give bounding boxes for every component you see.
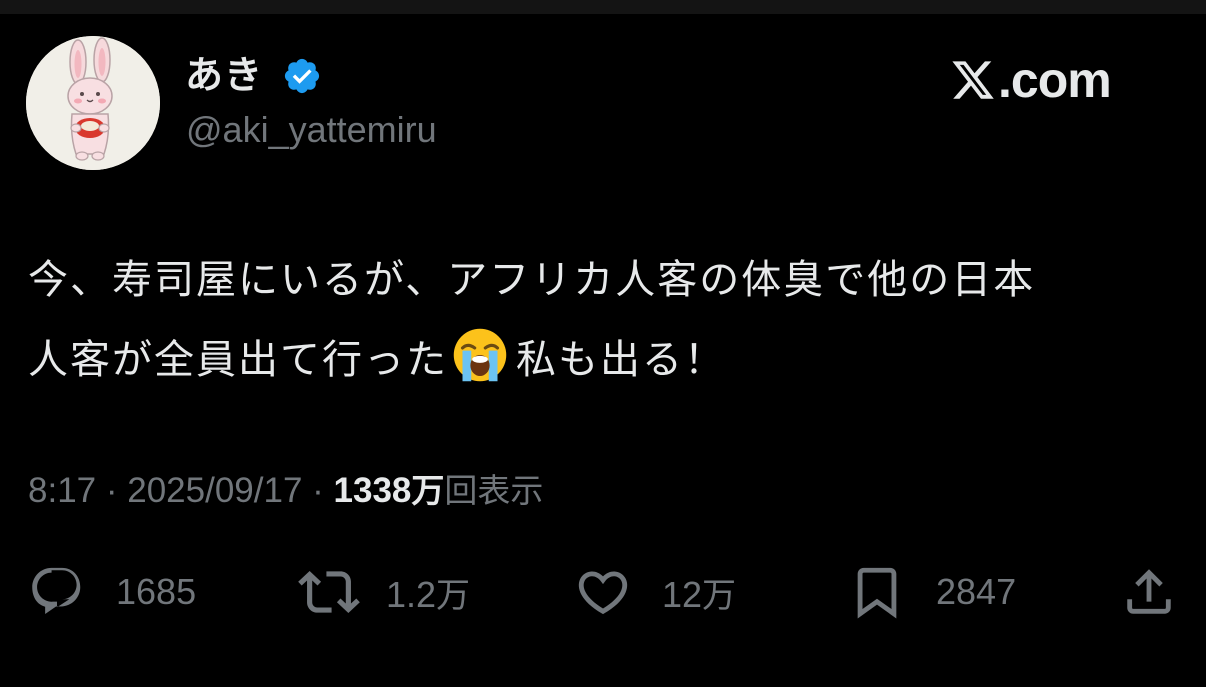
meta-separator: ·: [302, 471, 334, 510]
share-button[interactable]: [1120, 560, 1178, 624]
avatar[interactable]: [26, 36, 160, 170]
bookmark-button[interactable]: 2847: [848, 560, 1016, 624]
repost-count-number: 1.2: [386, 573, 437, 615]
x-logo-icon: [952, 61, 994, 99]
like-count-unit: 万: [702, 575, 737, 616]
reply-icon: [32, 567, 81, 614]
heart-icon: [578, 571, 628, 615]
views-count: 1338: [333, 471, 412, 510]
repost-count-unit: 万: [436, 575, 471, 616]
like-count: 12万: [662, 568, 736, 617]
tweet-date[interactable]: 2025/09/17: [127, 471, 302, 510]
bookmark-count: 2847: [936, 571, 1017, 612]
share-icon: [1127, 569, 1171, 614]
tweet-line-2-start: 人客が全員出て行った: [28, 337, 448, 383]
action-bar: 1685 1.2万 12万 2847: [0, 560, 1206, 624]
brand-text: .com: [998, 52, 1112, 108]
loudly-crying-face-icon: [453, 328, 507, 382]
bookmark-icon: [857, 567, 897, 619]
tweet-line-2-end: 私も出る！: [516, 337, 726, 383]
like-count-number: 12: [662, 573, 703, 615]
repost-button[interactable]: 1.2万: [298, 560, 470, 624]
reply-button[interactable]: 1685: [28, 560, 196, 624]
views-label: 回表示: [444, 471, 544, 510]
tweet-meta: 8:17 · 2025/09/17 · 1338万回表示: [28, 466, 543, 516]
tweet-line-2: 人客が全員出て行った 私も出る！: [28, 320, 1188, 400]
verified-badge-icon: [284, 58, 320, 94]
repost-count: 1.2万: [386, 568, 470, 617]
top-strip: [0, 0, 1206, 14]
tweet-text: 今、寿司屋にいるが、アフリカ人客の体臭で他の日本 人客が全員出て行った 私も出る…: [28, 240, 1188, 400]
views-unit: 万: [411, 471, 445, 510]
like-button[interactable]: 12万: [574, 560, 736, 624]
reply-count: 1685: [116, 571, 197, 612]
repost-icon: [298, 571, 360, 613]
display-name[interactable]: あき: [185, 52, 263, 98]
brand-watermark: .com: [950, 50, 1112, 110]
tweet-time[interactable]: 8:17: [28, 471, 96, 510]
meta-separator: ·: [96, 471, 128, 510]
handle[interactable]: @aki_yattemiru: [186, 108, 437, 152]
tweet-line-1: 今、寿司屋にいるが、アフリカ人客の体臭で他の日本: [28, 257, 1036, 303]
bunny-avatar-icon: [26, 36, 160, 170]
